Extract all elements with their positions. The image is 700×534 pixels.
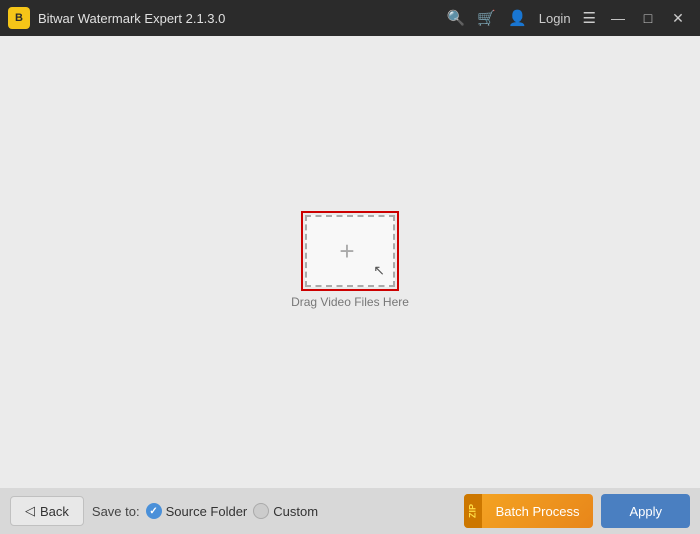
batch-process-badge: ZIP [464,494,482,528]
app-title: Bitwar Watermark Expert 2.1.3.0 [38,11,447,26]
close-button[interactable]: ✕ [664,4,692,32]
source-folder-option[interactable]: Source Folder [146,503,248,519]
batch-process-button[interactable]: ZIP Batch Process [464,494,594,528]
maximize-button[interactable]: □ [634,4,662,32]
custom-label: Custom [273,504,318,519]
source-folder-label: Source Folder [166,504,248,519]
source-folder-radio[interactable] [146,503,162,519]
bottom-bar: ◁ Back Save to: Source Folder Custom ZIP… [0,488,700,534]
menu-icon[interactable]: ☰ [583,9,596,27]
app-logo: B [8,7,30,29]
title-bar: B Bitwar Watermark Expert 2.1.3.0 🔍 🛒 👤 … [0,0,700,36]
title-bar-actions: 🔍 🛒 👤 Login ☰ [447,9,596,27]
save-to-section: Save to: Source Folder Custom [92,503,456,519]
drop-zone[interactable]: + ↖ [305,215,395,287]
window-controls: — □ ✕ [604,4,692,32]
login-button[interactable]: Login [539,11,571,26]
custom-option[interactable]: Custom [253,503,318,519]
cart-icon[interactable]: 🛒 [477,9,496,27]
apply-button[interactable]: Apply [601,494,690,528]
save-to-label: Save to: [92,504,140,519]
drop-zone-label: Drag Video Files Here [291,295,409,309]
back-arrow-icon: ◁ [25,503,35,519]
drop-zone-container: + ↖ Drag Video Files Here [291,215,409,309]
cursor-icon: ↖ [373,262,385,279]
search-icon[interactable]: 🔍 [447,9,466,27]
back-button[interactable]: ◁ Back [10,496,84,526]
main-content: + ↖ Drag Video Files Here [0,36,700,488]
add-icon: + [339,238,354,264]
batch-process-label: Batch Process [482,504,594,519]
minimize-button[interactable]: — [604,4,632,32]
user-icon[interactable]: 👤 [508,9,527,27]
custom-radio[interactable] [253,503,269,519]
